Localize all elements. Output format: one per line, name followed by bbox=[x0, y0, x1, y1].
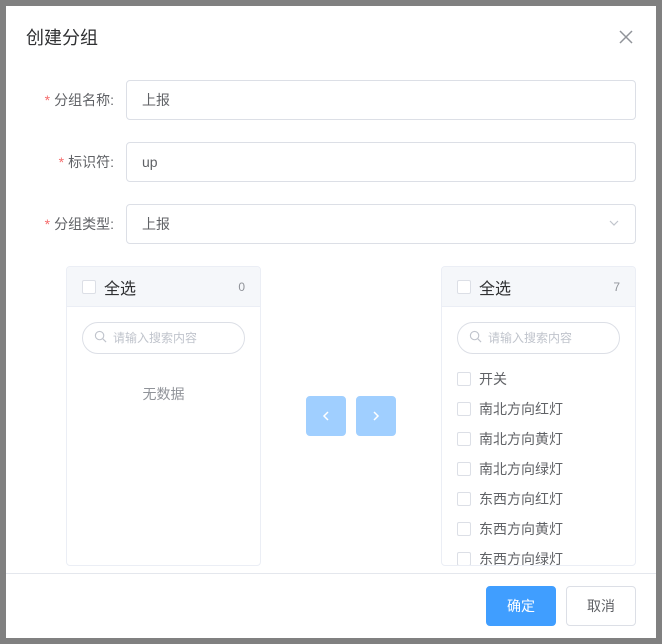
item-checkbox[interactable] bbox=[457, 402, 471, 416]
form-item-name: 分组名称: bbox=[26, 80, 636, 120]
cancel-button[interactable]: 取消 bbox=[566, 586, 636, 626]
list-item[interactable]: 东西方向黄灯 bbox=[457, 514, 620, 544]
transfer-right-header: 全选 7 bbox=[442, 267, 635, 307]
move-left-button[interactable] bbox=[306, 396, 346, 436]
chevron-down-icon bbox=[608, 216, 620, 232]
move-right-button[interactable] bbox=[356, 396, 396, 436]
transfer-left-header: 全选 0 bbox=[67, 267, 260, 307]
transfer-right-panel: 全选 7 开关南北方向红灯南北方向黄灯南北方向绿灯东西方向红灯东西方向黄灯东西方… bbox=[441, 266, 636, 566]
item-checkbox[interactable] bbox=[457, 432, 471, 446]
item-checkbox[interactable] bbox=[457, 462, 471, 476]
transfer-left-list: 无数据 bbox=[82, 364, 245, 565]
form-item-identifier: 标识符: bbox=[26, 142, 636, 182]
transfer-right-body: 开关南北方向红灯南北方向黄灯南北方向绿灯东西方向红灯东西方向黄灯东西方向绿灯 bbox=[442, 307, 635, 565]
item-label: 南北方向红灯 bbox=[479, 399, 563, 419]
select-all-left-checkbox[interactable] bbox=[82, 280, 96, 294]
transfer: 全选 0 无数据 bbox=[66, 266, 636, 566]
confirm-button[interactable]: 确定 bbox=[486, 586, 556, 626]
create-group-modal: 创建分组 分组名称: 标识符: 分组类型: 上报 bbox=[6, 6, 656, 638]
modal-footer: 确定 取消 bbox=[6, 573, 656, 638]
modal-title: 创建分组 bbox=[26, 26, 98, 50]
modal-body: 分组名称: 标识符: 分组类型: 上报 全选 0 bbox=[6, 60, 656, 573]
item-label: 南北方向绿灯 bbox=[479, 459, 563, 479]
item-label: 开关 bbox=[479, 369, 507, 389]
transfer-left-panel: 全选 0 无数据 bbox=[66, 266, 261, 566]
identifier-input[interactable] bbox=[126, 142, 636, 182]
list-item[interactable]: 南北方向红灯 bbox=[457, 394, 620, 424]
item-checkbox[interactable] bbox=[457, 552, 471, 565]
empty-text: 无数据 bbox=[82, 364, 245, 424]
type-label: 分组类型: bbox=[26, 214, 126, 234]
select-all-right-checkbox[interactable] bbox=[457, 280, 471, 294]
transfer-left-body: 无数据 bbox=[67, 307, 260, 565]
item-checkbox[interactable] bbox=[457, 372, 471, 386]
list-item[interactable]: 南北方向绿灯 bbox=[457, 454, 620, 484]
search-right-wrap bbox=[457, 322, 620, 354]
left-count: 0 bbox=[238, 280, 245, 294]
list-item[interactable]: 东西方向红灯 bbox=[457, 484, 620, 514]
close-icon bbox=[619, 30, 633, 44]
form-item-type: 分组类型: 上报 bbox=[26, 204, 636, 244]
chevron-left-icon bbox=[320, 410, 332, 422]
item-label: 东西方向红灯 bbox=[479, 489, 563, 509]
item-checkbox[interactable] bbox=[457, 492, 471, 506]
search-left-wrap bbox=[82, 322, 245, 354]
select-all-right-label: 全选 bbox=[479, 275, 511, 299]
transfer-right-list[interactable]: 开关南北方向红灯南北方向黄灯南北方向绿灯东西方向红灯东西方向黄灯东西方向绿灯 bbox=[457, 364, 620, 565]
item-label: 东西方向绿灯 bbox=[479, 549, 563, 565]
list-item[interactable]: 开关 bbox=[457, 364, 620, 394]
type-select[interactable]: 上报 bbox=[126, 204, 636, 244]
select-all-left-label: 全选 bbox=[104, 275, 136, 299]
name-label: 分组名称: bbox=[26, 90, 126, 110]
list-item[interactable]: 南北方向黄灯 bbox=[457, 424, 620, 454]
transfer-buttons bbox=[306, 396, 396, 436]
item-label: 东西方向黄灯 bbox=[479, 519, 563, 539]
list-item[interactable]: 东西方向绿灯 bbox=[457, 544, 620, 565]
right-count: 7 bbox=[613, 280, 620, 294]
search-left-input[interactable] bbox=[82, 322, 245, 354]
identifier-label: 标识符: bbox=[26, 152, 126, 172]
close-button[interactable] bbox=[616, 28, 636, 48]
name-input[interactable] bbox=[126, 80, 636, 120]
modal-header: 创建分组 bbox=[6, 6, 656, 60]
type-select-value: 上报 bbox=[142, 214, 170, 234]
item-label: 南北方向黄灯 bbox=[479, 429, 563, 449]
item-checkbox[interactable] bbox=[457, 522, 471, 536]
search-right-input[interactable] bbox=[457, 322, 620, 354]
chevron-right-icon bbox=[370, 410, 382, 422]
